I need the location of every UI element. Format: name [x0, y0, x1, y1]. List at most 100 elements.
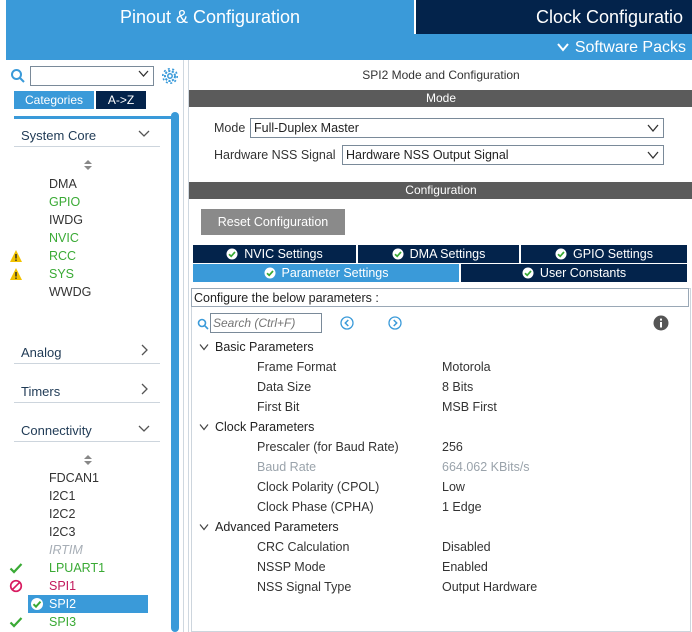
list-item-spi2[interactable]: SPI2	[28, 595, 148, 613]
param-name: Data Size	[257, 380, 312, 394]
chevron-down-icon	[199, 524, 209, 531]
chevron-down-icon	[138, 425, 150, 432]
param-value[interactable]: Motorola	[442, 360, 491, 374]
warning-icon	[10, 268, 22, 280]
param-value[interactable]: Output Hardware	[442, 580, 537, 594]
search-next-icon[interactable]	[388, 316, 402, 330]
tab-label: User Constants	[539, 266, 627, 280]
param-value[interactable]: Enabled	[442, 560, 488, 574]
item-label: I2C3	[49, 525, 76, 539]
component-search-combo[interactable]	[30, 66, 154, 86]
configuration-section-header: Configuration	[189, 182, 692, 199]
gear-icon[interactable]	[161, 67, 179, 85]
top-tabs: Pinout & Configuration Clock Configurati…	[0, 0, 692, 34]
list-item-lpuart1[interactable]: LPUART1	[9, 559, 148, 577]
check-circle-icon	[31, 598, 43, 610]
tab-gpio-settings[interactable]: GPIO Settings	[521, 245, 687, 263]
tree-scrollbar[interactable]	[171, 112, 179, 632]
left-panel: Categories A->Z System Core DMA GPIO IWD…	[6, 60, 184, 632]
param-name: First Bit	[257, 400, 300, 414]
item-label: GPIO	[49, 195, 81, 209]
software-packs-menu[interactable]: Software Packs	[575, 39, 686, 56]
list-item-spi3[interactable]: SPI3	[9, 613, 148, 631]
param-group-basic[interactable]: Basic Parameters	[199, 340, 314, 354]
group-connectivity[interactable]: Connectivity	[14, 418, 160, 442]
param-name: Clock Polarity (CPOL)	[257, 480, 380, 494]
mode-label: Mode	[214, 121, 246, 135]
sort-icon[interactable]	[83, 159, 93, 171]
nss-select[interactable]: Hardware NSS Output Signal	[342, 145, 664, 165]
check-circle-icon	[264, 267, 275, 279]
reset-configuration-button[interactable]: Reset Configuration	[201, 209, 345, 235]
info-icon[interactable]	[653, 315, 669, 331]
group-system-core[interactable]: System Core	[14, 123, 160, 147]
list-item-i2c2[interactable]: I2C2	[28, 505, 148, 523]
mode-select[interactable]: Full-Duplex Master	[250, 118, 664, 138]
list-item-i2c3[interactable]: I2C3	[28, 523, 148, 541]
item-label: WWDG	[49, 285, 92, 299]
list-item-i2c1[interactable]: I2C1	[28, 487, 148, 505]
param-name: NSSP Mode	[257, 560, 326, 574]
panel-title: SPI2 Mode and Configuration	[362, 68, 520, 82]
param-value[interactable]: 1 Edge	[442, 500, 482, 514]
param-name: CRC Calculation	[257, 540, 350, 554]
parameter-search-input[interactable]	[210, 313, 322, 333]
list-item-spi1[interactable]: SPI1	[9, 577, 148, 595]
list-item-fdcan1[interactable]: FDCAN1	[28, 469, 148, 487]
check-circle-icon	[226, 248, 238, 260]
param-value[interactable]: Low	[442, 480, 465, 494]
check-circle-icon	[522, 267, 534, 279]
param-value[interactable]: 256	[442, 440, 463, 454]
param-value[interactable]: MSB First	[442, 400, 497, 414]
item-label: LPUART1	[49, 561, 106, 575]
list-item-irtim[interactable]: IRTIM	[28, 541, 148, 559]
tab-parameter-settings[interactable]: Parameter Settings	[193, 264, 459, 282]
group-timers[interactable]: Timers	[14, 379, 160, 403]
tab-label: Parameter Settings	[281, 266, 389, 280]
list-item-dma[interactable]: DMA	[28, 175, 148, 193]
tab-pinout-configuration[interactable]: Pinout & Configuration	[6, 0, 414, 34]
check-circle-icon	[555, 248, 567, 260]
list-item-wwdg[interactable]: WWDG	[28, 283, 148, 301]
search-previous-icon[interactable]	[340, 316, 354, 330]
tab-categories[interactable]: Categories	[14, 91, 94, 109]
list-item-sys[interactable]: SYS	[10, 265, 148, 283]
param-group-label: Clock Parameters	[215, 420, 315, 434]
item-label: DMA	[49, 177, 77, 191]
param-name: Prescaler (for Baud Rate)	[257, 440, 399, 454]
item-label: SYS	[49, 267, 75, 281]
tab-label: NVIC Settings	[244, 247, 323, 261]
chevron-right-icon	[141, 344, 148, 356]
tab-clock-configuration[interactable]: Clock Configuratio	[416, 0, 692, 34]
tab-user-constants[interactable]: User Constants	[461, 264, 687, 282]
param-group-label: Advanced Parameters	[215, 520, 339, 534]
param-name: Frame Format	[257, 360, 337, 374]
tab-dma-settings[interactable]: DMA Settings	[358, 245, 519, 263]
list-item-nvic[interactable]: NVIC	[28, 229, 148, 247]
search-icon	[11, 69, 25, 83]
prohibited-icon	[9, 579, 23, 593]
sort-icon[interactable]	[83, 454, 93, 466]
tab-a-to-z[interactable]: A->Z	[96, 91, 146, 109]
list-item-iwdg[interactable]: IWDG	[28, 211, 148, 229]
mode-section-header: Mode	[189, 90, 692, 107]
component-search-row	[6, 66, 184, 86]
param-name: Clock Phase (CPHA)	[257, 500, 374, 514]
list-item-gpio[interactable]: GPIO	[28, 193, 148, 211]
group-label: System Core	[21, 128, 97, 143]
nss-value: Hardware NSS Output Signal	[346, 148, 509, 162]
param-group-advanced[interactable]: Advanced Parameters	[199, 520, 339, 534]
right-panel: SPI2 Mode and Configuration Mode Mode Fu…	[188, 60, 692, 632]
param-value[interactable]: Disabled	[442, 540, 491, 554]
check-circle-icon	[392, 248, 404, 260]
chevron-down-icon	[557, 34, 569, 60]
param-group-clock[interactable]: Clock Parameters	[199, 420, 314, 434]
group-analog[interactable]: Analog	[14, 340, 160, 364]
chevron-down-icon	[138, 70, 149, 81]
tab-label: DMA Settings	[409, 247, 486, 261]
list-item-rcc[interactable]: RCC	[10, 247, 148, 265]
param-name: Baud Rate	[257, 460, 317, 474]
group-label: Connectivity	[21, 423, 92, 438]
param-value[interactable]: 8 Bits	[442, 380, 473, 394]
tab-nvic-settings[interactable]: NVIC Settings	[193, 245, 356, 263]
